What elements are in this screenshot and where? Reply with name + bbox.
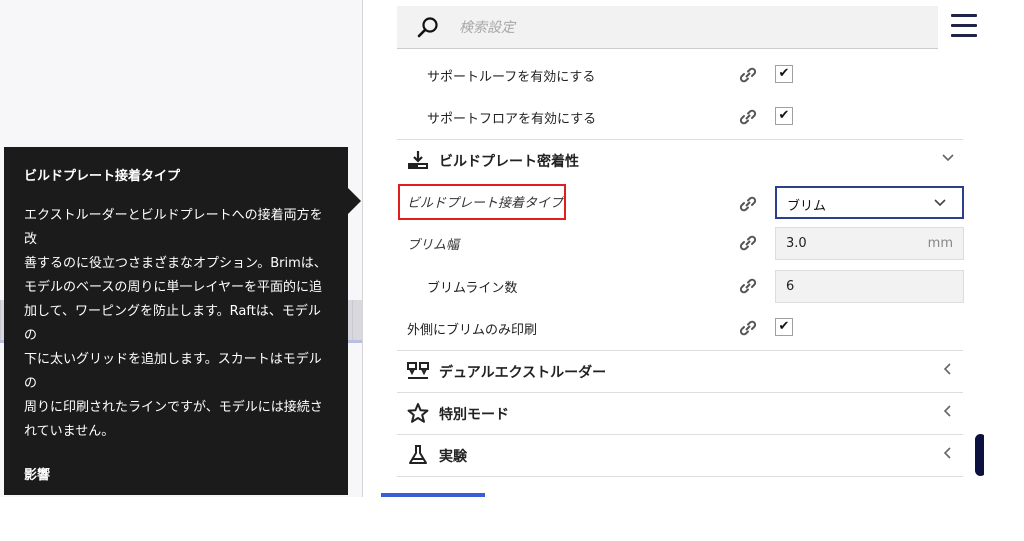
setting-tooltip: ビルドプレート接着タイプ エクストルーダーとビルドプレートへの接着両方を改 善す… bbox=[4, 147, 348, 537]
settings-menu-icon[interactable] bbox=[951, 14, 977, 38]
setting-label: 外側にブリムのみ印刷 bbox=[407, 323, 538, 338]
chevron-left-icon bbox=[943, 405, 951, 417]
category-dual-extruder[interactable]: デュアルエクストルーダー bbox=[363, 350, 985, 392]
field-value: 3.0 bbox=[786, 236, 807, 251]
setting-label: サポートルーフを有効にする bbox=[427, 70, 596, 85]
field-unit: mm bbox=[927, 236, 953, 251]
select-value: ブリム bbox=[787, 199, 827, 214]
tooltip-title: ビルドプレート接着タイプ bbox=[24, 169, 181, 184]
highlight-box bbox=[398, 184, 566, 220]
tooltip-body: エクストルーダーとビルドプレートへの接着両方を改 善するのに役立つさまざまなオプ… bbox=[24, 204, 328, 444]
divider bbox=[397, 476, 963, 477]
brim-line-count-field[interactable]: 6 bbox=[775, 270, 964, 303]
support-floor-checkbox[interactable]: ✔ bbox=[775, 107, 793, 125]
flask-icon bbox=[409, 445, 427, 464]
tooltip-line: モデルのベースの周りに単一レイヤーを平面的に追 bbox=[24, 280, 322, 295]
dual-extruder-icon bbox=[407, 362, 429, 379]
tooltip-line: 加して、ワーピングを防止します。Raftは、モデルの bbox=[24, 304, 321, 343]
tooltip-line: れていません。 bbox=[24, 424, 115, 439]
window-edge bbox=[984, 0, 1024, 497]
search-icon bbox=[417, 17, 438, 38]
search-input[interactable] bbox=[457, 16, 921, 40]
link-icon[interactable] bbox=[737, 276, 759, 296]
setting-row-support-roof: サポートルーフを有効にする ✔ bbox=[363, 54, 985, 96]
chevron-down-icon bbox=[934, 199, 946, 207]
chevron-down-icon bbox=[942, 154, 954, 162]
setting-label: ブリム幅 bbox=[407, 238, 460, 253]
setting-label: ブリムライン数 bbox=[427, 281, 518, 296]
category-experimental[interactable]: 実験 bbox=[363, 434, 985, 476]
star-icon bbox=[407, 403, 429, 423]
chevron-left-icon bbox=[943, 447, 951, 459]
category-build-plate-adhesion[interactable]: ビルドプレート密着性 bbox=[363, 139, 985, 181]
search-bar bbox=[397, 6, 938, 49]
category-label: 実験 bbox=[439, 449, 467, 465]
category-label: デュアルエクストルーダー bbox=[439, 365, 607, 381]
tooltip-arrow bbox=[348, 188, 361, 214]
setting-row-brim-outside-only: 外側にブリムのみ印刷 ✔ bbox=[363, 307, 985, 349]
print-settings-panel: サポートルーフを有効にする ✔ サポートフロアを有効にする ✔ ビルドプレート密… bbox=[362, 0, 986, 497]
link-icon[interactable] bbox=[737, 194, 759, 214]
adhesion-icon bbox=[408, 151, 428, 169]
bottom-tab-indicator[interactable] bbox=[381, 493, 485, 497]
tooltip-line: エクストルーダーとビルドプレートへの接着両方を改 bbox=[24, 208, 323, 247]
tooltip-affects-item: プライムタワーY位置 bbox=[82, 519, 328, 541]
category-label: ビルドプレート密着性 bbox=[439, 154, 579, 170]
tooltip-affects-item: プライムタワーX位置 bbox=[82, 497, 328, 519]
link-icon[interactable] bbox=[737, 65, 759, 85]
category-special-modes[interactable]: 特別モード bbox=[363, 392, 985, 434]
brim-width-field[interactable]: 3.0 mm bbox=[775, 227, 964, 260]
brim-outside-only-checkbox[interactable]: ✔ bbox=[775, 318, 793, 336]
tooltip-affects-title: 影響 bbox=[24, 468, 51, 483]
link-icon[interactable] bbox=[737, 233, 759, 253]
support-roof-checkbox[interactable]: ✔ bbox=[775, 65, 793, 83]
tooltip-affects-list: プライムタワーX位置 プライムタワーY位置 bbox=[24, 497, 328, 541]
link-icon[interactable] bbox=[737, 107, 759, 127]
tooltip-line: 下に太いグリッドを追加します。スカートはモデルの bbox=[24, 352, 322, 391]
setting-label: サポートフロアを有効にする bbox=[427, 112, 597, 127]
tooltip-line: 周りに印刷されたラインですが、モデルには接続さ bbox=[24, 400, 323, 415]
setting-row-support-floor: サポートフロアを有効にする ✔ bbox=[363, 96, 985, 138]
adhesion-type-select[interactable]: ブリム bbox=[775, 186, 964, 219]
tooltip-line: 善するのに役立つさまざまなオプション。Brimは、 bbox=[24, 256, 327, 271]
category-label: 特別モード bbox=[439, 407, 509, 423]
chevron-left-icon bbox=[943, 363, 951, 375]
link-icon[interactable] bbox=[737, 318, 759, 338]
field-value: 6 bbox=[786, 279, 795, 294]
